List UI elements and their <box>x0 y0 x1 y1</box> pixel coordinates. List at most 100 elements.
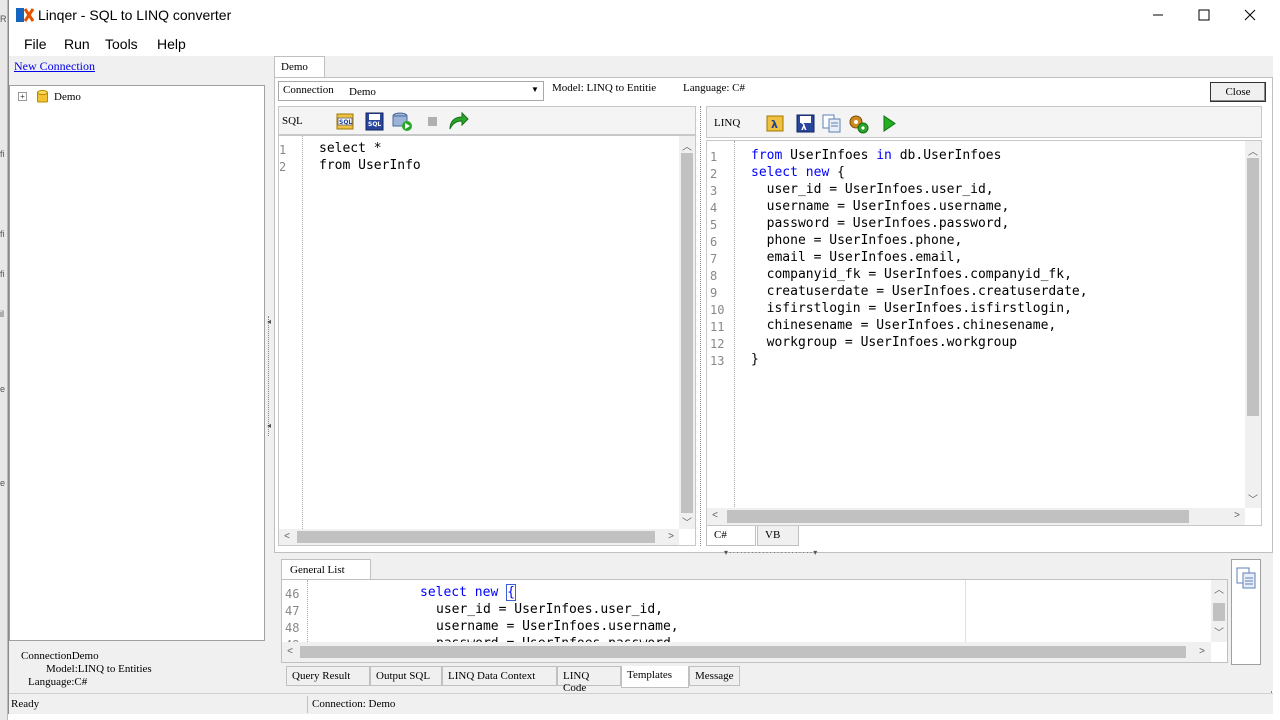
editor-splitter[interactable] <box>699 106 706 546</box>
code-text: isfirstlogin = UserInfoes.isfirstlogin, <box>751 301 1072 316</box>
run-icon[interactable] <box>878 113 900 134</box>
general-list-vertical-scrollbar[interactable]: ︿ ﹀ <box>1211 580 1227 642</box>
linq-gutter: 1 2 3 4 5 6 7 8 9 10 11 12 13 <box>707 141 735 525</box>
sql-vertical-scrollbar[interactable]: ︿ ﹀ <box>679 136 695 529</box>
general-list-code-line: username = UserInfoes.username, <box>436 619 679 634</box>
tab-output-sql[interactable]: Output SQL <box>370 666 442 686</box>
new-connection-link[interactable]: New Connection <box>14 59 95 74</box>
open-sql-icon[interactable]: SQL <box>335 111 357 132</box>
scroll-right-arrow-icon[interactable]: > <box>1229 510 1245 521</box>
menu-run[interactable]: Run <box>64 36 90 52</box>
menu-bar: File Run Tools Help <box>9 30 1273 56</box>
sql-code-line: select * <box>319 141 382 156</box>
sql-label: SQL <box>282 115 303 127</box>
connection-label: Connection <box>283 84 334 96</box>
scroll-left-arrow-icon[interactable]: < <box>707 510 723 521</box>
linq-code-line: user_id = UserInfoes.user_id, <box>751 182 994 197</box>
settings-gears-icon[interactable] <box>848 113 870 134</box>
scroll-thumb[interactable] <box>1247 158 1259 416</box>
scroll-left-arrow-icon[interactable]: < <box>279 531 295 542</box>
scroll-right-arrow-icon[interactable]: > <box>1194 646 1210 657</box>
stop-icon[interactable] <box>422 111 444 132</box>
execute-sql-icon[interactable] <box>391 111 413 132</box>
scroll-down-arrow-icon[interactable]: ﹀ <box>1245 491 1261 506</box>
collapse-left-icon[interactable]: ◂ <box>267 317 271 326</box>
tab-demo[interactable]: Demo <box>274 56 325 78</box>
scroll-thumb[interactable] <box>681 153 693 513</box>
code-text: db.UserInfoes <box>891 148 1002 163</box>
splitter-grip <box>700 106 704 546</box>
close-document-button[interactable]: Close <box>1210 82 1266 102</box>
maximize-icon <box>1198 9 1210 21</box>
model-label: Model: LINQ to Entitie <box>552 82 657 94</box>
tab-general-list[interactable]: General List <box>281 559 371 580</box>
tab-query-result[interactable]: Query Result <box>286 666 370 686</box>
save-linq-icon[interactable]: λ <box>795 113 817 134</box>
status-connection: Connection: Demo <box>312 698 396 710</box>
panel-splitter[interactable]: ◂ ◂ <box>267 56 274 691</box>
document-body: Connection Demo ▼ Model: LINQ to Entitie… <box>274 77 1273 553</box>
tree-expand-icon[interactable]: + <box>18 92 27 101</box>
matched-brace: { <box>506 584 516 601</box>
linq-code-line: phone = UserInfoes.phone, <box>751 233 963 248</box>
title-bar: Linqer - SQL to LINQ converter <box>9 0 1273 30</box>
tab-vb[interactable]: VB <box>757 526 799 546</box>
connection-dropdown[interactable]: Connection Demo ▼ <box>278 81 544 101</box>
status-bar: Ready Connection: Demo <box>9 693 1273 714</box>
sql-editor[interactable]: 1 2 select * from UserInfo ︿ ﹀ < > <box>278 135 696 546</box>
connection-tree[interactable]: + Demo <box>9 85 265 641</box>
scroll-left-arrow-icon[interactable]: < <box>282 646 298 657</box>
code-text: companyid_fk = UserInfoes.companyid_fk, <box>751 267 1072 282</box>
scroll-up-arrow-icon[interactable]: ︿ <box>679 138 695 153</box>
scroll-down-arrow-icon[interactable]: ﹀ <box>1211 624 1227 639</box>
general-list-editor[interactable]: 46 47 48 49 select new { user_id = UserI… <box>281 579 1228 663</box>
linq-toolbar: LINQ λ λ <box>706 106 1262 138</box>
copy-icon[interactable] <box>821 113 843 134</box>
info-model: Model:LINQ to Entities <box>46 663 152 675</box>
convert-arrow-icon[interactable] <box>447 111 469 132</box>
linq-vertical-scrollbar[interactable]: ︿ ﹀ <box>1245 141 1261 508</box>
svg-text:λ: λ <box>801 123 807 133</box>
line-number: 46 <box>285 587 300 601</box>
general-list-horizontal-scrollbar[interactable]: < > <box>282 642 1211 662</box>
scroll-up-arrow-icon[interactable]: ︿ <box>1245 143 1261 158</box>
menu-tools[interactable]: Tools <box>105 36 138 52</box>
menu-help[interactable]: Help <box>157 36 186 52</box>
tab-linq-data-context[interactable]: LINQ Data Context <box>442 666 557 686</box>
tab-linq-code[interactable]: LINQ Code <box>557 666 621 694</box>
menu-file[interactable]: File <box>24 36 47 52</box>
scroll-right-arrow-icon[interactable]: > <box>663 531 679 542</box>
keyword: in <box>876 148 892 163</box>
line-number: 2 <box>279 160 287 174</box>
scroll-down-arrow-icon[interactable]: ﹀ <box>679 514 695 529</box>
maximize-button[interactable] <box>1181 0 1227 30</box>
info-language: Language:C# <box>28 676 88 688</box>
scroll-up-arrow-icon[interactable]: ︿ <box>1211 581 1227 596</box>
sql-horizontal-scrollbar[interactable]: < > <box>279 529 679 545</box>
linq-code-line: workgroup = UserInfoes.workgroup <box>751 335 1017 350</box>
tab-csharp[interactable]: C# <box>706 526 756 546</box>
scroll-thumb[interactable] <box>300 646 1186 658</box>
line-number: 2 <box>710 167 718 181</box>
tab-message[interactable]: Message <box>689 666 740 686</box>
sql-panel: SQL SQL SQL 1 2 select * from UserInfo ︿… <box>278 106 696 546</box>
collapse-left-icon[interactable]: ◂ <box>267 421 271 430</box>
tree-item-demo[interactable]: Demo <box>54 91 81 103</box>
open-linq-icon[interactable]: λ <box>765 113 787 134</box>
horizontal-splitter[interactable]: ▾·······················▾ <box>274 548 1273 557</box>
scroll-thumb[interactable] <box>727 510 1189 523</box>
close-window-button[interactable] <box>1227 0 1273 30</box>
linq-horizontal-scrollbar[interactable]: < > <box>707 508 1245 525</box>
copy-output-button[interactable] <box>1231 559 1261 665</box>
linq-editor[interactable]: 1 2 3 4 5 6 7 8 9 10 11 12 13 from UserInfoes in db.… <box>706 140 1262 526</box>
line-number: 6 <box>710 235 718 249</box>
tab-templates[interactable]: Templates <box>621 666 689 688</box>
save-sql-icon[interactable]: SQL <box>364 111 386 132</box>
scroll-thumb[interactable] <box>297 531 655 543</box>
sql-code-line: from UserInfo <box>319 158 421 173</box>
minimize-icon <box>1153 14 1163 16</box>
code-text: username = UserInfoes.username, <box>751 199 1010 214</box>
keyword: new <box>805 165 830 180</box>
minimize-button[interactable] <box>1135 0 1181 30</box>
scroll-thumb[interactable] <box>1213 603 1225 621</box>
